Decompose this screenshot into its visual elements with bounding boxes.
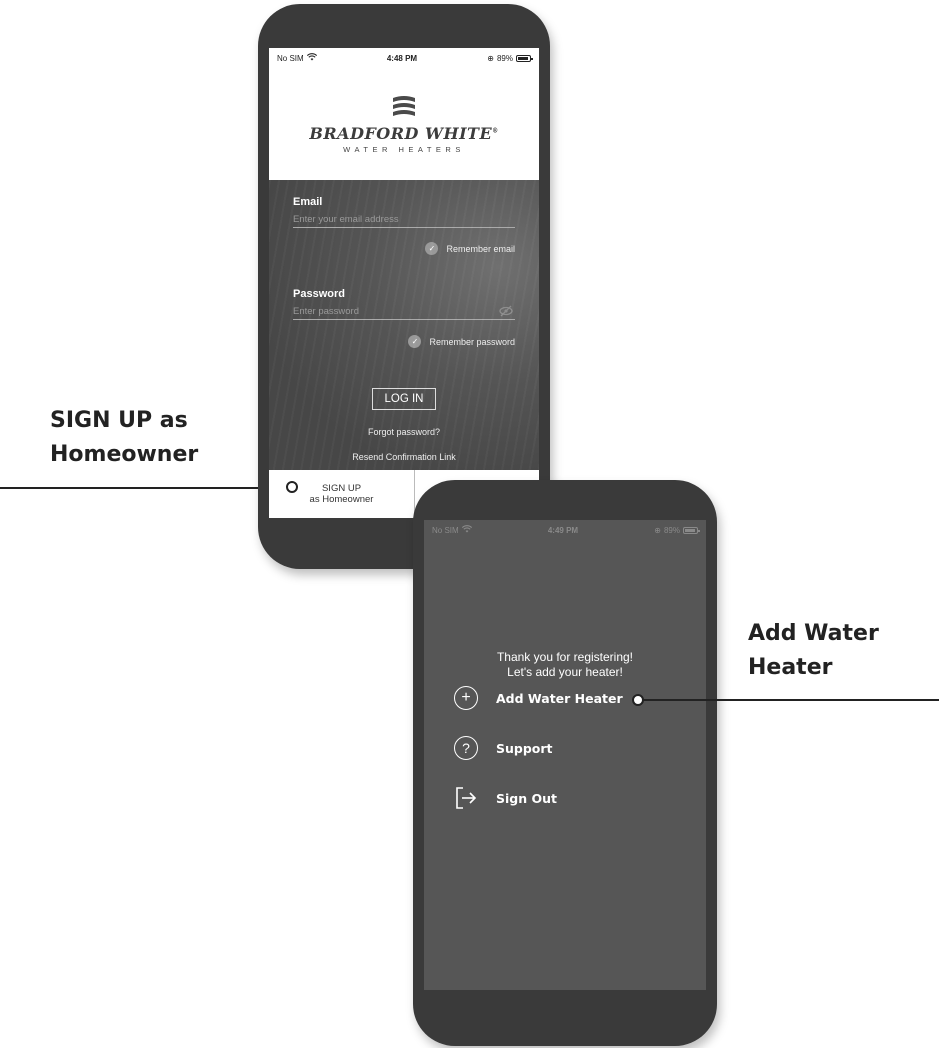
plus-circle-icon: + <box>454 686 478 710</box>
brand-name-text: BRADFORD WHITE <box>309 124 493 143</box>
signup-line2: as Homeowner <box>309 494 374 505</box>
callout-signup-marker <box>286 481 298 493</box>
rotation-lock-icon: ⊕ <box>654 525 661 535</box>
menu-item-sign-out[interactable]: Sign Out <box>454 786 557 810</box>
callout-add-heater-label: Add Water Heater <box>748 617 928 685</box>
remember-email-toggle[interactable]: ✓ Remember email <box>425 242 515 255</box>
welcome-line2: Let's add your heater! <box>507 665 623 679</box>
callout-add-heater-line2: Heater <box>748 655 833 680</box>
password-label: Password <box>293 288 345 300</box>
menu-item-label: Add Water Heater <box>496 690 623 706</box>
brand-name: BRADFORD WHITE® <box>309 124 498 143</box>
forgot-password-link[interactable]: Forgot password? <box>269 427 539 437</box>
carrier-label: No SIM <box>277 53 304 63</box>
sign-out-icon <box>456 787 477 809</box>
callout-add-heater-line1: Add Water <box>748 621 879 646</box>
callout-signup-line <box>0 487 290 489</box>
question-circle-icon: ? <box>454 736 478 760</box>
battery-icon <box>683 526 700 534</box>
menu-screen: No SIM 4:49 PM ⊕ 89% Thank you for regis… <box>424 520 706 990</box>
clock: 4:49 PM <box>547 525 579 535</box>
menu-item-label: Support <box>496 740 553 756</box>
checkmark-icon: ✓ <box>408 335 422 348</box>
wifi-icon <box>306 53 317 63</box>
menu-item-add-water-heater[interactable]: + Add Water Heater <box>454 686 623 710</box>
battery-icon <box>516 54 533 62</box>
menu-item-support[interactable]: ? Support <box>454 736 553 760</box>
login-screen: No SIM 4:48 PM ⊕ 89% BRADFORD WHITE® WAT… <box>269 48 539 518</box>
remember-email-label: Remember email <box>446 243 515 254</box>
status-bar: No SIM 4:49 PM ⊕ 89% <box>424 520 706 540</box>
callout-add-heater-line <box>640 699 939 701</box>
menu-phone: No SIM 4:49 PM ⊕ 89% Thank you for regis… <box>413 480 717 1046</box>
brand-header: BRADFORD WHITE® WATER HEATERS <box>269 68 539 180</box>
carrier-label: No SIM <box>432 525 459 535</box>
brand-trademark: ® <box>492 127 499 135</box>
remember-password-label: Remember password <box>429 336 515 347</box>
callout-add-heater-marker <box>632 694 644 706</box>
wifi-icon <box>461 525 472 535</box>
welcome-line1: Thank you for registering! <box>496 650 634 664</box>
battery-percent: 89% <box>663 525 680 535</box>
rotation-lock-icon: ⊕ <box>487 53 494 63</box>
login-form: Email ✓ Remember email Password ✓ Rememb… <box>269 180 539 470</box>
menu-item-label: Sign Out <box>496 790 557 806</box>
battery-percent: 89% <box>496 53 513 63</box>
welcome-message: Thank you for registering! Let's add you… <box>424 650 706 680</box>
callout-signup-line1: SIGN UP as <box>50 408 188 433</box>
password-field[interactable] <box>293 304 515 320</box>
email-field[interactable] <box>293 212 515 228</box>
resend-confirmation-link[interactable]: Resend Confirmation Link <box>269 452 539 462</box>
signup-line1: SIGN UP <box>321 483 362 494</box>
clock: 4:48 PM <box>386 53 418 63</box>
signup-homeowner-button[interactable]: SIGN UP as Homeowner <box>269 470 415 518</box>
brand-tagline: WATER HEATERS <box>343 145 465 154</box>
email-label: Email <box>293 196 323 208</box>
callout-signup-line2: Homeowner <box>50 442 199 467</box>
checkmark-icon: ✓ <box>425 242 439 255</box>
status-bar: No SIM 4:48 PM ⊕ 89% <box>269 48 539 68</box>
remember-password-toggle[interactable]: ✓ Remember password <box>408 335 515 348</box>
logo-flag-icon <box>393 96 415 116</box>
login-button[interactable]: LOG IN <box>372 388 436 410</box>
callout-signup-label: SIGN UP as Homeowner <box>50 404 270 472</box>
hide-password-eye-icon[interactable] <box>499 305 513 320</box>
